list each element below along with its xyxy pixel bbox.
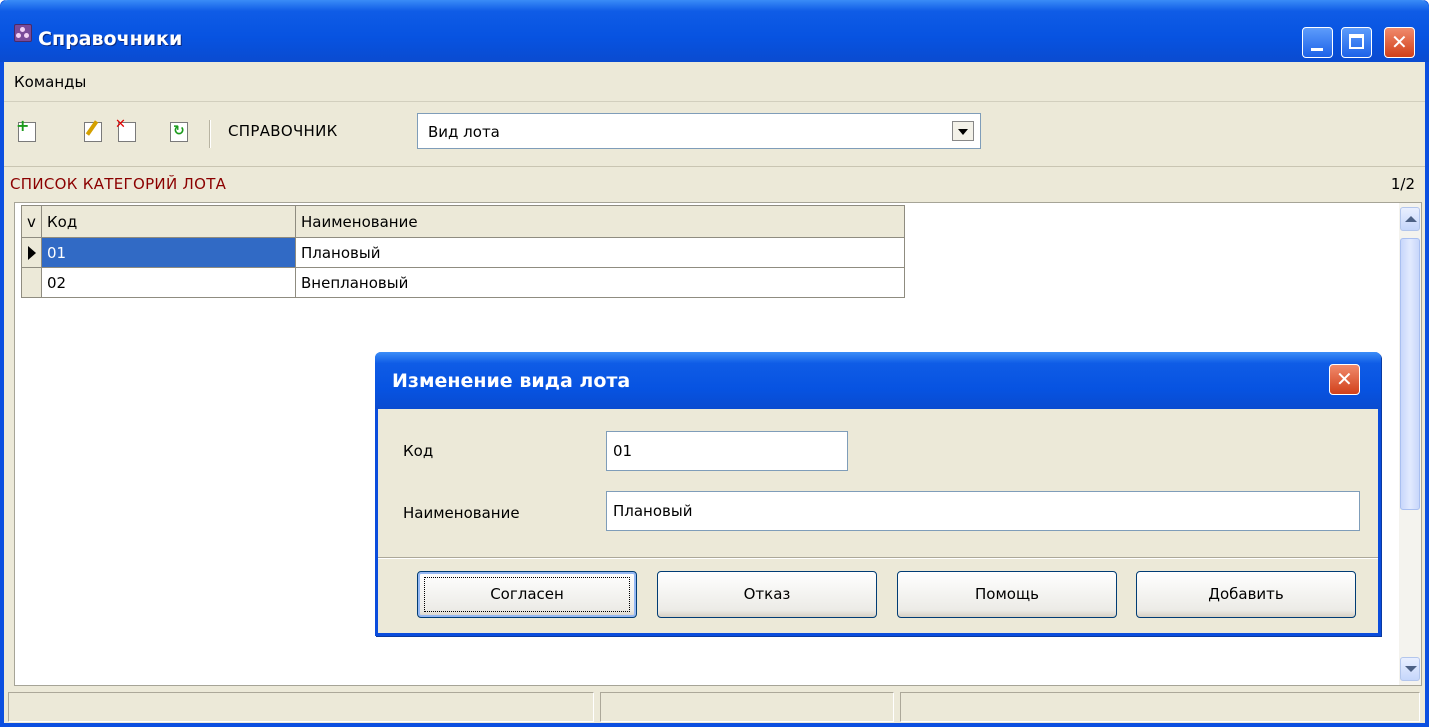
- directory-label: СПРАВОЧНИК: [228, 122, 338, 140]
- edit-record-icon[interactable]: [84, 120, 102, 142]
- dialog-close-button[interactable]: ✕: [1329, 364, 1360, 395]
- status-bar: [4, 688, 1425, 727]
- directory-select[interactable]: Вид лота: [417, 113, 981, 149]
- status-cell: [8, 692, 594, 722]
- cancel-button[interactable]: Отказ: [657, 571, 877, 618]
- help-button[interactable]: Помощь: [897, 571, 1117, 618]
- toolbar-separator: [209, 120, 211, 148]
- minimize-button[interactable]: [1302, 27, 1333, 58]
- section-title: СПИСОК КАТЕГОРИЙ ЛОТА: [10, 175, 227, 193]
- cell-code[interactable]: 01: [41, 237, 296, 268]
- window-title: Справочники: [38, 28, 183, 50]
- dialog-title: Изменение вида лота: [392, 370, 631, 392]
- vertical-scrollbar[interactable]: [1399, 203, 1421, 685]
- close-icon: ✕: [1391, 30, 1408, 54]
- dialog-titlebar[interactable]: Изменение вида лота ✕: [375, 352, 1381, 409]
- menu-bar: Команды: [4, 62, 1425, 102]
- cancel-button-label: Отказ: [743, 585, 791, 603]
- table-row[interactable]: 02 Внеплановый: [21, 267, 905, 298]
- delete-record-icon[interactable]: ✕: [115, 117, 136, 142]
- maximize-icon: [1349, 34, 1364, 49]
- close-button[interactable]: ✕: [1384, 27, 1415, 58]
- directory-select-value: Вид лота: [428, 123, 500, 141]
- close-icon: ✕: [1336, 367, 1353, 391]
- window-titlebar[interactable]: Справочники ✕: [0, 0, 1429, 62]
- cell-name[interactable]: Внеплановый: [295, 267, 905, 298]
- minimize-icon: [1311, 48, 1323, 51]
- add-button[interactable]: Добавить: [1136, 571, 1356, 618]
- name-label: Наименование: [403, 504, 520, 522]
- scroll-up-button[interactable]: [1400, 207, 1420, 231]
- add-button-label: Добавить: [1208, 585, 1284, 603]
- row-indicator: [21, 267, 42, 298]
- add-record-icon[interactable]: +: [16, 118, 36, 142]
- edit-lot-type-dialog: Изменение вида лота ✕ Код Наименование С…: [375, 352, 1381, 636]
- table-row[interactable]: 01 Плановый: [21, 237, 905, 268]
- name-field[interactable]: [606, 491, 1360, 531]
- cell-name[interactable]: Плановый: [295, 237, 905, 268]
- cell-code[interactable]: 02: [41, 267, 296, 298]
- focus-rect: [424, 577, 630, 612]
- row-indicator-header: v: [21, 205, 42, 238]
- table-header-row: v Код Наименование: [21, 205, 905, 238]
- dialog-divider: [378, 557, 1378, 559]
- current-row-arrow-icon: [27, 246, 36, 260]
- refresh-icon[interactable]: ↻: [170, 122, 188, 142]
- code-field[interactable]: [606, 431, 848, 471]
- status-cell: [600, 692, 894, 722]
- menu-commands[interactable]: Команды: [14, 73, 86, 91]
- column-header-code[interactable]: Код: [41, 205, 296, 238]
- record-counter: 1/2: [1390, 175, 1415, 193]
- ok-button[interactable]: Согласен: [417, 571, 637, 618]
- section-header: СПИСОК КАТЕГОРИЙ ЛОТА 1/2: [4, 166, 1425, 200]
- scroll-down-button[interactable]: [1400, 657, 1420, 681]
- column-header-name[interactable]: Наименование: [295, 205, 905, 238]
- current-row-indicator: [21, 237, 42, 268]
- help-button-label: Помощь: [975, 585, 1039, 603]
- code-label: Код: [403, 442, 434, 460]
- scroll-thumb[interactable]: [1400, 238, 1420, 510]
- maximize-button[interactable]: [1341, 27, 1372, 58]
- chevron-down-icon[interactable]: [952, 121, 974, 141]
- status-cell: [900, 692, 1420, 722]
- app-icon: [14, 24, 32, 42]
